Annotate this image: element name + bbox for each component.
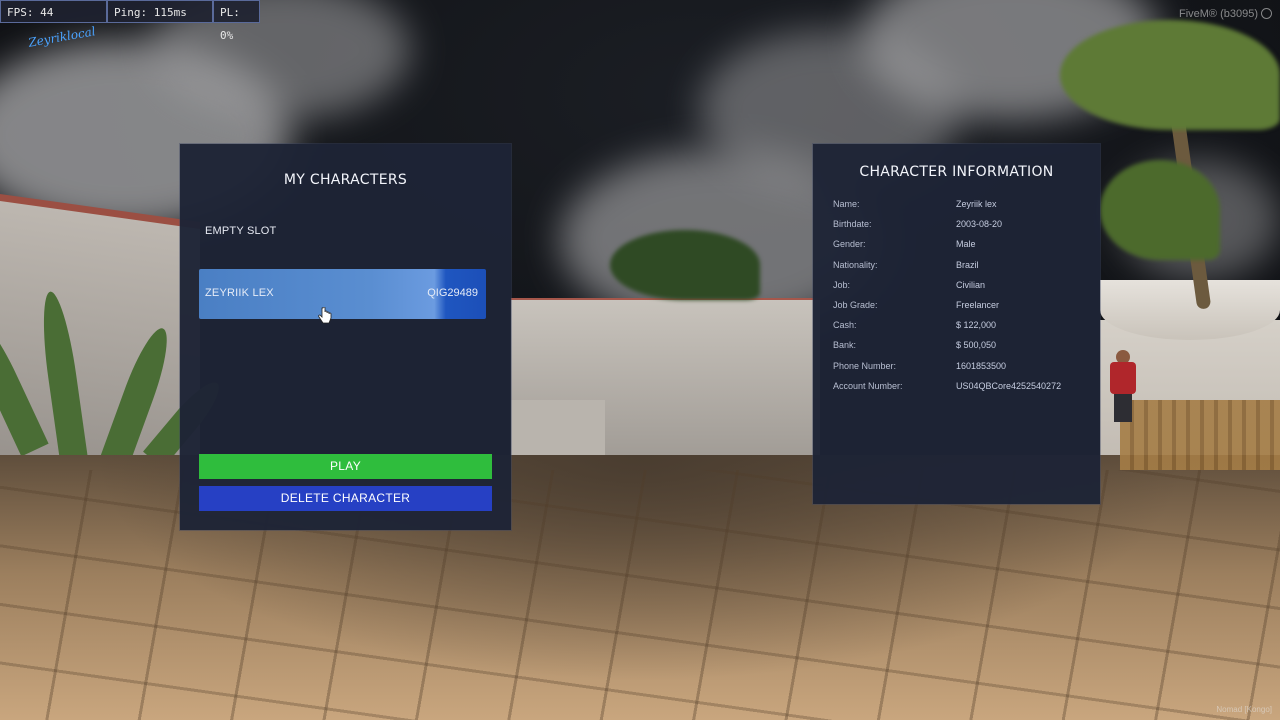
info-value: Freelancer (956, 300, 1000, 311)
player-tag: Nomad [Kongo] (1216, 705, 1272, 714)
info-label: Job Grade: (833, 300, 878, 311)
info-row: Birthdate: 2003-08-20 (833, 214, 1093, 234)
fivem-icon (1261, 8, 1272, 19)
info-row: Job Grade: Freelancer (833, 295, 1093, 315)
info-value: Zeyriik lex (956, 199, 997, 210)
fps-counter: FPS: 44 (0, 0, 107, 23)
info-label: Name: (833, 199, 860, 210)
info-row: Gender: Male (833, 234, 1093, 254)
packet-loss-counter: PL: 0% (213, 0, 260, 42)
info-label: Phone Number: (833, 360, 897, 371)
citizen-id: QIG29489 (427, 287, 478, 299)
info-label: Bank: (833, 340, 857, 351)
info-row: Bank: $ 500,050 (833, 335, 1093, 355)
fivem-version-label: FiveM® (b3095) (1178, 8, 1258, 20)
character-information-panel: CHARACTER INFORMATION Name: Zeyriik lex B… (813, 144, 1100, 504)
npc-body (1110, 362, 1136, 394)
info-row: Nationality: Brazil (833, 255, 1093, 275)
info-value: Male (956, 239, 976, 250)
character-slot-selected[interactable]: ZEYRIIK LEX QIG29489 (199, 269, 486, 324)
performance-bar: FPS: 44 Ping: 115ms PL: 0% (0, 0, 260, 42)
info-row: Name: Zeyriik lex (833, 194, 1093, 214)
panel-title: MY CHARACTERS (283, 172, 408, 188)
info-value: Brazil (956, 259, 979, 270)
info-value: Civilian (956, 279, 986, 290)
info-label: Account Number: (833, 380, 903, 391)
info-value: US04QBCore4252540272 (956, 380, 1062, 391)
info-label: Nationality: (833, 259, 878, 270)
palm-leaves (610, 230, 760, 300)
my-characters-panel: MY CHARACTERS EMPTY SLOT ZEYRIIK LEX QIG… (180, 144, 511, 530)
panel-title: CHARACTER INFORMATION (859, 164, 1054, 180)
empty-slot[interactable]: EMPTY SLOT (205, 225, 276, 237)
info-row: Job: Civilian (833, 275, 1093, 295)
patio-umbrella (1100, 280, 1280, 340)
info-label: Job: (833, 279, 851, 290)
info-row: Phone Number: 1601853500 (833, 356, 1093, 376)
info-value: 1601853500 (956, 360, 1007, 371)
info-value: $ 500,050 (956, 340, 997, 351)
info-row: Account Number: US04QBCore4252540272 (833, 376, 1093, 396)
info-value: $ 122,000 (956, 320, 997, 331)
info-value: 2003-08-20 (956, 219, 1003, 230)
info-label: Gender: (833, 239, 866, 250)
info-label: Cash: (833, 320, 857, 331)
character-name: ZEYRIIK LEX (205, 287, 274, 299)
play-button[interactable]: PLAY (199, 454, 492, 479)
delete-character-button[interactable]: DELETE CHARACTER (199, 486, 492, 511)
patio-table (1120, 400, 1280, 470)
info-label: Birthdate: (833, 219, 872, 230)
palm-leaves (1060, 20, 1280, 130)
info-row: Cash: $ 122,000 (833, 315, 1093, 335)
info-list: Name: Zeyriik lex Birthdate: 2003-08-20 Ge… (833, 194, 1093, 396)
ping-counter: Ping: 115ms (107, 0, 213, 23)
npc-legs (1114, 394, 1132, 422)
palm-leaves (1100, 160, 1220, 260)
